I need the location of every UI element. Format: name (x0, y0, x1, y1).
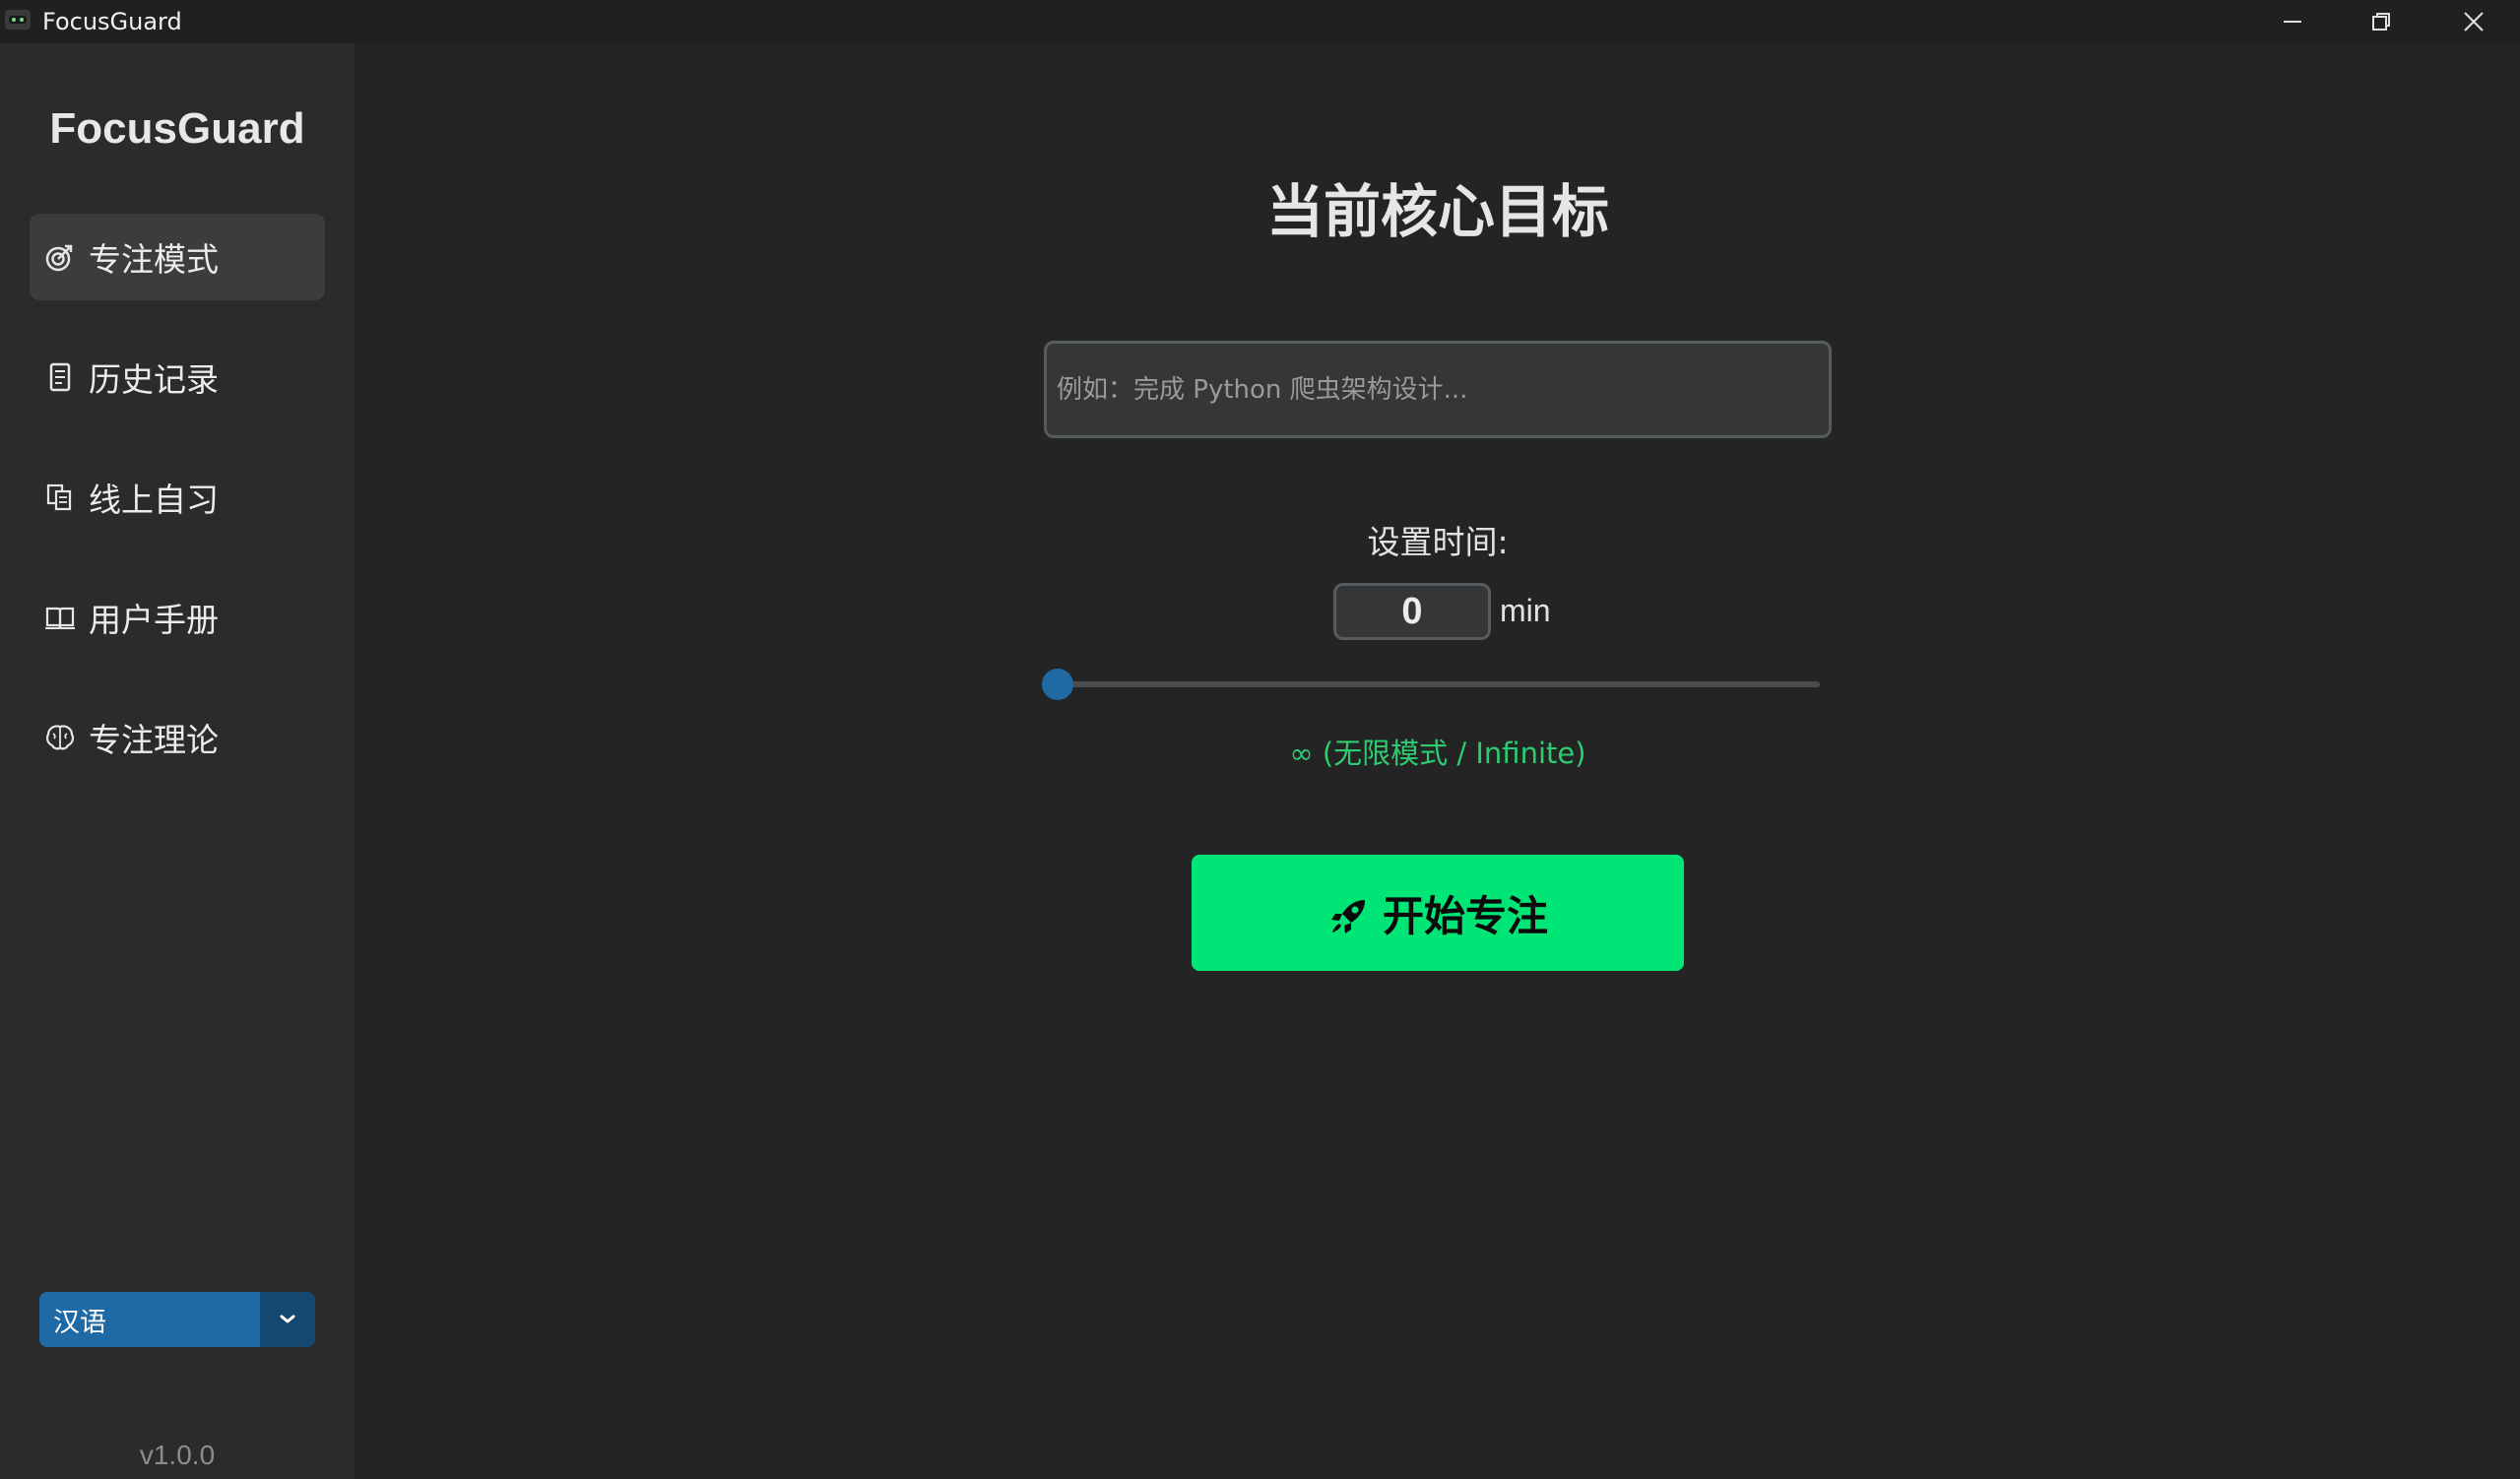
sidebar-item-online-study[interactable]: 线上自习 (30, 454, 325, 541)
target-icon (43, 240, 77, 274)
window-title: FocusGuard (42, 8, 182, 35)
close-button[interactable] (2428, 0, 2519, 43)
minimize-icon (2284, 21, 2301, 23)
sidebar-item-history[interactable]: 历史记录 (30, 334, 325, 420)
time-minutes-field[interactable] (1333, 583, 1491, 640)
goal-input[interactable] (1044, 341, 1832, 438)
time-unit-label: min (1500, 593, 1551, 628)
sidebar-item-label: 专注模式 (89, 240, 219, 279)
start-focus-button[interactable]: 开始专注 (1192, 855, 1684, 971)
sidebar-item-focus-mode[interactable]: 专注模式 (30, 214, 325, 300)
book-icon (43, 601, 77, 634)
restore-icon (2372, 13, 2390, 31)
time-slider-track[interactable] (1058, 681, 1820, 687)
app-logo-icon (5, 10, 31, 30)
sidebar-item-label: 线上自习 (89, 481, 219, 519)
chevron-down-icon (280, 1315, 295, 1323)
brand-title: FocusGuard (49, 104, 305, 153)
sidebar-item-focus-theory[interactable]: 专注理论 (30, 694, 325, 781)
sidebar-item-label: 用户手册 (89, 601, 219, 639)
sidebar-item-user-manual[interactable]: 用户手册 (30, 574, 325, 661)
mode-status-label: ∞ (无限模式 / Infinite) (1289, 737, 1586, 770)
sidebar: FocusGuard 专注模式 历史记录 线上自习 用户手册 专注理论 汉语 v… (0, 43, 355, 1479)
sidebar-item-label: 专注理论 (89, 721, 219, 759)
start-focus-label: 开始专注 (1382, 892, 1548, 939)
scroll-icon (43, 360, 77, 394)
language-dropdown-button[interactable] (260, 1292, 315, 1347)
time-slider-handle[interactable] (1042, 669, 1073, 700)
title-bar: FocusGuard (0, 0, 2520, 43)
rocket-icon (1330, 900, 1365, 933)
page-title: 当前核心目标 (1265, 178, 1609, 245)
time-label: 设置时间: (1367, 523, 1509, 561)
documents-icon (43, 481, 77, 514)
restore-button[interactable] (2336, 0, 2426, 43)
sidebar-item-label: 历史记录 (89, 360, 219, 399)
language-select[interactable]: 汉语 (39, 1292, 315, 1347)
minimize-button[interactable] (2247, 0, 2338, 43)
close-icon (2464, 12, 2484, 32)
language-value: 汉语 (53, 1307, 106, 1338)
brain-icon (43, 721, 77, 754)
version-label: v1.0.0 (139, 1440, 216, 1470)
